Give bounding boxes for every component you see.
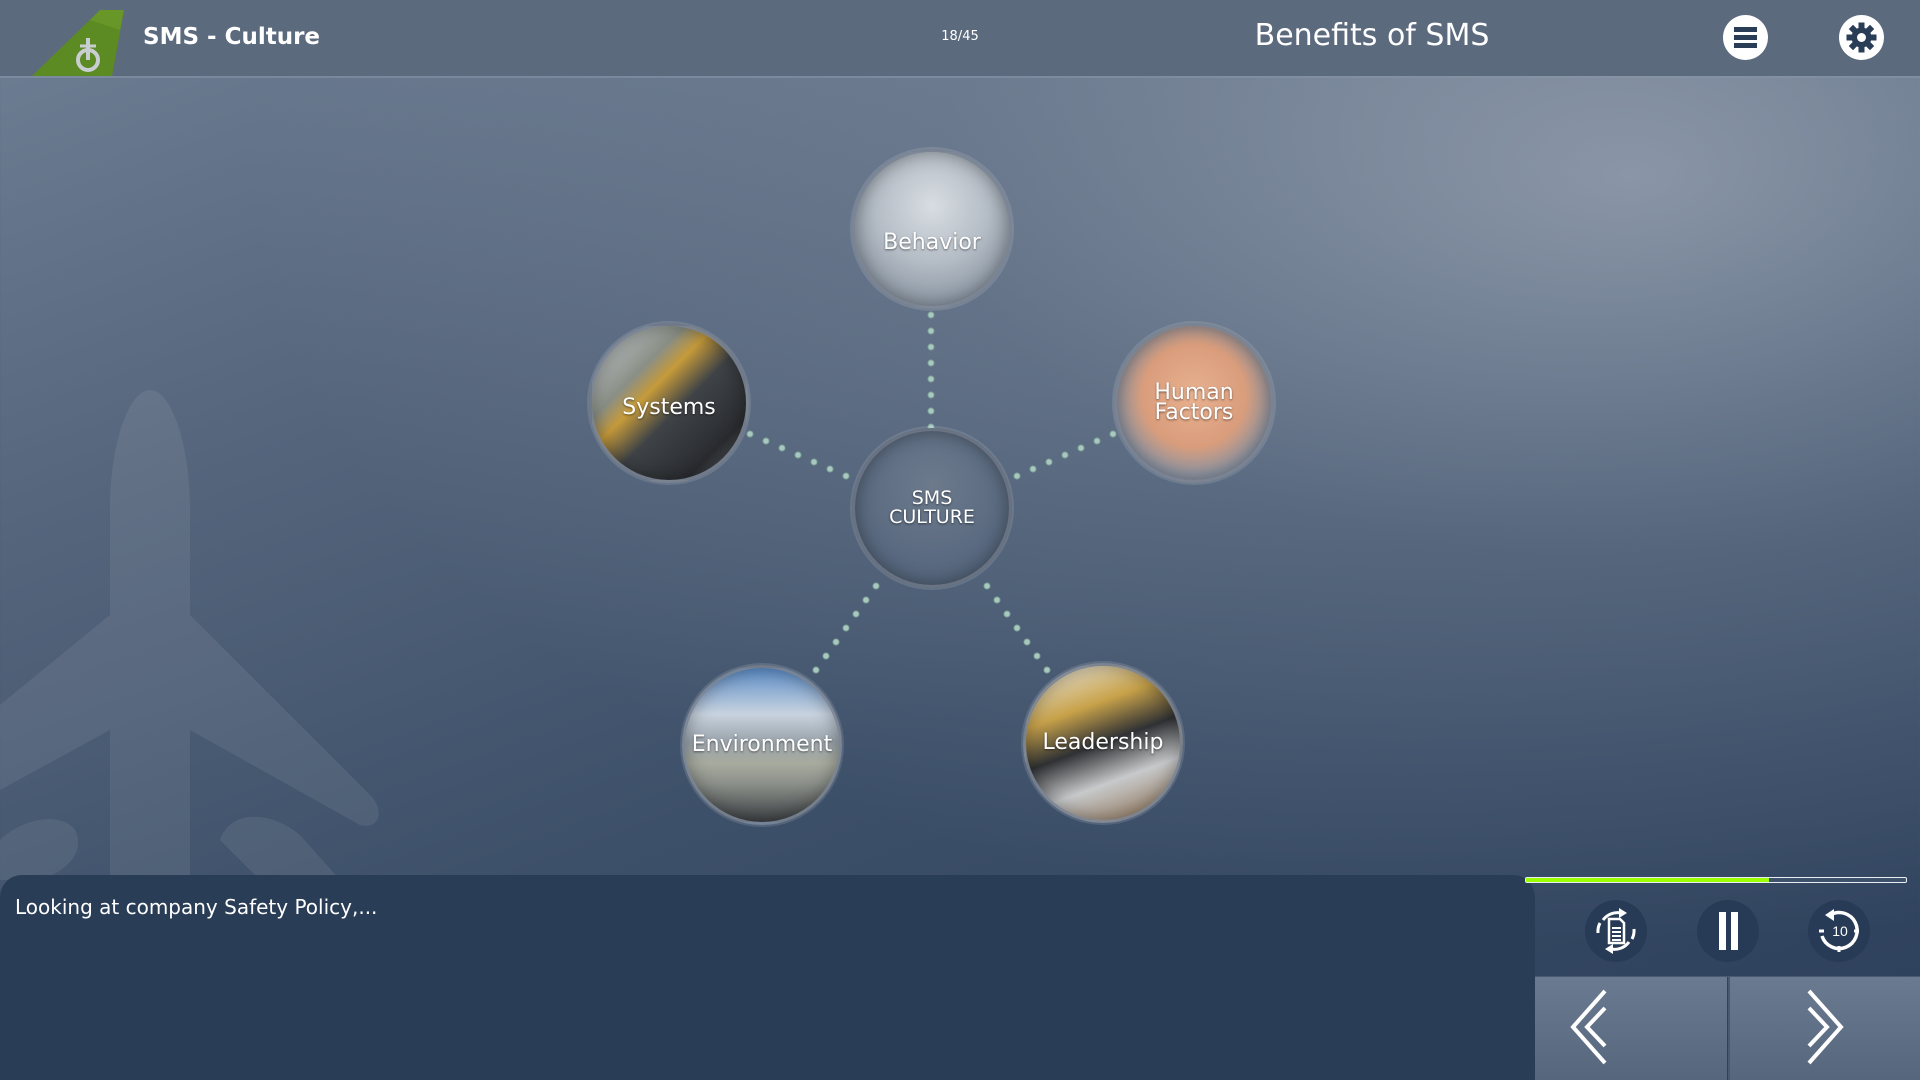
connector-dot	[778, 444, 786, 452]
center-label-line2: CULTURE	[889, 506, 975, 528]
menu-button[interactable]	[1723, 15, 1768, 60]
rewind-10-label: 10	[1832, 923, 1848, 939]
connector-dot	[832, 638, 840, 646]
pause-icon	[1719, 912, 1738, 950]
double-chevron-left-icon	[1570, 989, 1607, 1065]
rewind-10-button[interactable]: 10	[1808, 900, 1870, 962]
connector-dot	[1029, 465, 1037, 473]
hamburger-menu-icon	[1734, 27, 1757, 48]
connector-dot	[852, 610, 860, 618]
connector-dot	[842, 472, 850, 480]
connector-dot	[1045, 458, 1053, 466]
gear-icon	[1846, 22, 1877, 53]
connector-dot	[794, 451, 802, 459]
replay-transcript-button[interactable]	[1585, 900, 1647, 962]
connector-dot	[1093, 437, 1101, 445]
settings-button[interactable]	[1839, 15, 1884, 60]
previous-page-button[interactable]	[1535, 977, 1727, 1080]
connector-dot	[1061, 451, 1069, 459]
connector-dot	[822, 652, 830, 660]
connector-dot	[1033, 652, 1041, 660]
connector-dot	[993, 596, 1001, 604]
connector-dot	[1109, 430, 1117, 438]
connector-dot	[872, 582, 880, 590]
behavior-node[interactable]: Behavior	[852, 149, 1012, 309]
connector-dot	[1003, 610, 1011, 618]
connector-dot	[762, 437, 770, 445]
human-factors-label: Human Factors	[1117, 382, 1271, 425]
connector-dot	[927, 359, 935, 367]
connector-dot	[927, 391, 935, 399]
rewind-10-icon: 10	[1819, 909, 1859, 952]
human-factors-node[interactable]: Human Factors	[1114, 323, 1274, 483]
connector-dot	[1043, 666, 1051, 674]
connector-dot	[746, 430, 754, 438]
next-page-button[interactable]	[1728, 977, 1920, 1080]
sms-culture-diagram: SMS CULTURE Behavior Systems Human Facto…	[0, 78, 1920, 875]
connector-dot	[812, 666, 820, 674]
connector-dot	[1013, 624, 1021, 632]
caption-text: Looking at company Safety Policy,...	[15, 895, 378, 919]
environment-label: Environment	[691, 732, 833, 757]
environment-node[interactable]: Environment	[682, 665, 842, 825]
connector-dot	[810, 458, 818, 466]
course-title: SMS - Culture	[143, 24, 321, 50]
connector-dot	[927, 343, 935, 351]
connector-dot	[1077, 444, 1085, 452]
connector-dot	[927, 311, 935, 319]
systems-label: Systems	[622, 394, 716, 420]
sms-culture-center-node: SMS CULTURE	[852, 428, 1012, 588]
page-title: Benefits of SMS	[1254, 18, 1490, 53]
leadership-label: Leadership	[1042, 730, 1164, 755]
replay-transcript-icon	[1596, 908, 1636, 954]
connector-dot	[983, 582, 991, 590]
progress-bar[interactable]	[1525, 877, 1907, 883]
top-header-bar: SMS - Culture 18/45 Benefits of SMS	[0, 0, 1920, 76]
systems-node[interactable]: Systems	[589, 323, 749, 483]
page-counter: 18/45	[941, 29, 979, 44]
connector-dot	[842, 624, 850, 632]
center-node-label: SMS CULTURE	[855, 489, 1009, 527]
aircraft-tail-logo-icon	[32, 10, 124, 76]
connector-dot	[862, 596, 870, 604]
connector-dot	[826, 465, 834, 473]
leadership-node[interactable]: Leadership	[1023, 663, 1183, 823]
caption-panel: Looking at company Safety Policy,...	[0, 875, 1535, 1080]
connector-dot	[1013, 472, 1021, 480]
human-factors-label-line2: Factors	[1154, 400, 1234, 425]
pause-button[interactable]	[1697, 900, 1759, 962]
connector-dot	[927, 327, 935, 335]
connector-dot	[1023, 638, 1031, 646]
chevron-right-icon	[1807, 989, 1844, 1065]
connector-dot	[927, 375, 935, 383]
connector-dot	[927, 407, 935, 415]
progress-bar-fill	[1526, 878, 1770, 882]
behavior-label: Behavior	[883, 229, 981, 255]
